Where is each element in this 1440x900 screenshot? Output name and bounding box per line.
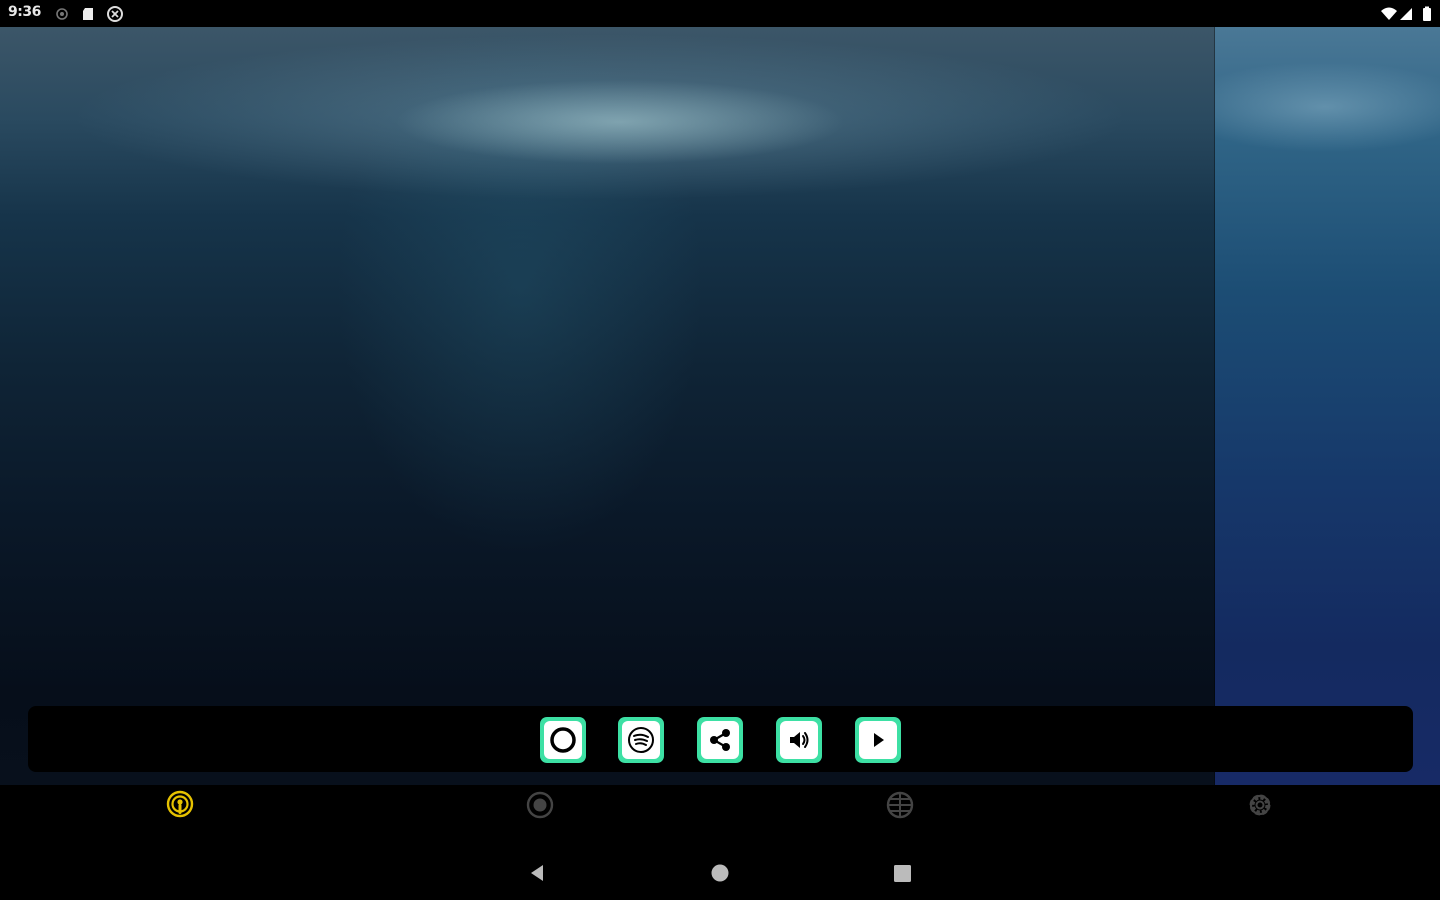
home-icon[interactable] [709,862,731,884]
volume-button-face [780,721,818,759]
circle-icon [550,727,576,753]
share-button[interactable] [697,717,743,763]
status-time: 9:36 [8,4,41,20]
record-button-face [544,721,582,759]
bottom-nav [0,785,1440,835]
panel-divider [1214,27,1215,785]
sd-card-icon [83,8,93,20]
play-button-face [859,721,897,759]
volume-button[interactable] [776,717,822,763]
recents-icon[interactable] [891,862,913,884]
globe-icon[interactable] [885,790,915,820]
battery-icon [1423,6,1431,21]
signal-icon [1400,8,1412,20]
share-button-face [701,721,739,759]
spotify-button-face [622,721,660,759]
wallpaper-side-panel [1215,27,1440,785]
play-button[interactable] [855,717,901,763]
spotify-button[interactable] [618,717,664,763]
back-icon[interactable] [526,862,548,884]
notification-dot-icon [56,8,68,20]
volume-icon [790,732,809,748]
record-button[interactable] [540,717,586,763]
record-icon[interactable] [525,790,555,820]
wifi-icon [1381,7,1397,20]
play-icon [874,733,884,747]
vpn-icon [107,6,123,22]
gear-icon[interactable] [1245,790,1275,820]
status-bar: 9:36 [0,0,1440,27]
spotify-icon [628,727,654,753]
share-icon [710,729,730,751]
podcast-icon[interactable] [165,790,195,820]
